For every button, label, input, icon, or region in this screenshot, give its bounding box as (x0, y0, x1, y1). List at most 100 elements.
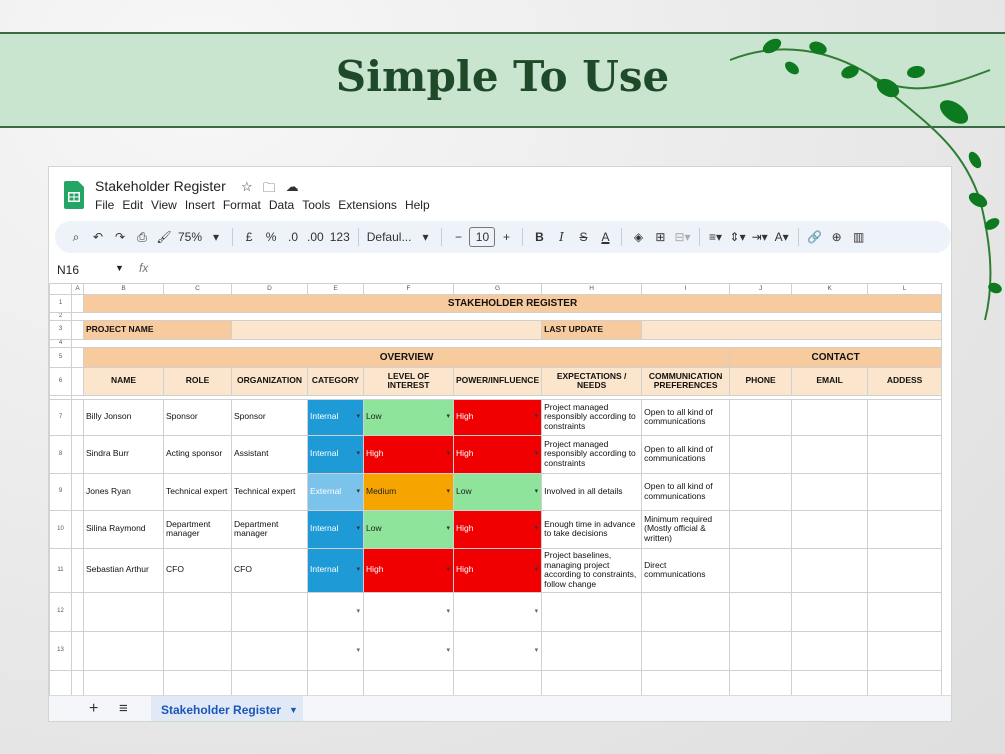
borders-icon[interactable]: ⊞ (649, 225, 671, 249)
name-box-chevron-down-icon[interactable]: ▼ (115, 263, 124, 273)
address-cell[interactable] (867, 434, 943, 474)
power-dropdown[interactable]: ▾ (452, 591, 543, 632)
name-cell[interactable]: Silina Raymond (83, 509, 164, 549)
cell[interactable] (71, 591, 84, 632)
fill-color-icon[interactable]: ◈ (627, 225, 649, 249)
role-cell[interactable]: Department manager (163, 509, 232, 549)
row-number[interactable]: 11 (49, 547, 72, 593)
font-size-increase-icon[interactable]: + (495, 225, 517, 249)
text-rotation-icon[interactable]: A▾ (771, 225, 793, 249)
redo-icon[interactable]: ↷ (109, 225, 131, 249)
interest-dropdown[interactable]: High ▾ (363, 547, 454, 593)
menu-insert[interactable]: Insert (185, 198, 215, 212)
column-label-interest[interactable]: LEVEL OF INTEREST (363, 366, 454, 396)
role-cell[interactable]: CFO (163, 547, 232, 593)
dropdown-arrow-icon[interactable]: ▾ (356, 450, 360, 458)
row-number[interactable]: 13 (49, 630, 72, 671)
cell[interactable] (71, 294, 84, 313)
increase-decimal-button[interactable]: .00 (304, 225, 327, 249)
address-cell[interactable] (867, 472, 943, 511)
column-header[interactable]: L (867, 283, 943, 295)
bold-icon[interactable]: B (528, 225, 550, 249)
document-title[interactable]: Stakeholder Register (95, 178, 226, 194)
dropdown-arrow-icon[interactable]: ▾ (535, 608, 539, 616)
column-label-address[interactable]: ADDESS (867, 366, 943, 396)
category-dropdown[interactable]: Internal ▾ (307, 398, 364, 436)
expectations-cell[interactable]: Project managed responsibly according to… (541, 434, 643, 474)
dropdown-arrow-icon[interactable]: ▾ (356, 608, 360, 616)
dropdown-arrow-icon[interactable]: ▾ (446, 525, 450, 533)
expectations-cell[interactable]: Project managed responsibly according to… (541, 398, 643, 436)
insert-link-icon[interactable]: 🔗 (804, 225, 826, 249)
column-label-communication[interactable]: COMMUNICATION PREFERENCES (641, 366, 731, 396)
column-label-phone[interactable]: PHONE (729, 366, 793, 396)
category-dropdown[interactable]: External ▾ (307, 472, 364, 511)
dropdown-arrow-icon[interactable]: ▾ (535, 488, 539, 496)
organization-cell[interactable]: CFO (231, 547, 308, 593)
font-size-input[interactable]: 10 (469, 227, 496, 247)
organization-cell[interactable]: Assistant (231, 434, 308, 474)
expectations-cell[interactable]: Project baselines, managing project acco… (541, 547, 643, 593)
email-cell[interactable] (791, 398, 869, 436)
communication-cell[interactable]: Direct communications (641, 547, 731, 593)
name-cell[interactable]: Sebastian Arthur (83, 547, 164, 593)
dropdown-arrow-icon[interactable]: ▾ (535, 647, 539, 655)
row-number[interactable]: 5 (49, 346, 72, 368)
cell[interactable] (729, 630, 793, 671)
contact-header[interactable]: CONTACT (729, 346, 943, 368)
tab-stakeholder-register[interactable]: Stakeholder Register ▼ (151, 696, 303, 721)
row-number[interactable]: 12 (49, 591, 72, 632)
column-label-role[interactable]: ROLE (163, 366, 232, 396)
expectations-cell[interactable]: Enough time in advance to take decisions (541, 509, 643, 549)
power-dropdown[interactable]: High ▾ (452, 398, 543, 436)
text-color-icon[interactable]: A (594, 225, 616, 249)
role-cell[interactable]: Technical expert (163, 472, 232, 511)
power-dropdown[interactable]: High ▾ (452, 547, 543, 593)
address-cell[interactable] (867, 398, 943, 436)
category-dropdown[interactable]: Internal ▾ (307, 509, 364, 549)
category-dropdown[interactable]: Internal ▾ (307, 434, 364, 474)
communication-cell[interactable]: Open to all kind of communications (641, 472, 731, 511)
cell[interactable] (71, 398, 84, 436)
vertical-align-icon[interactable]: ⇕▾ (727, 225, 749, 249)
role-cell[interactable]: Sponsor (163, 398, 232, 436)
row-number[interactable]: 8 (49, 434, 72, 474)
column-header[interactable]: C (163, 283, 232, 295)
row-number[interactable]: 4 (49, 338, 72, 348)
undo-icon[interactable]: ↶ (87, 225, 109, 249)
cell[interactable] (71, 509, 84, 549)
column-header[interactable]: I (641, 283, 731, 295)
cell[interactable] (729, 591, 793, 632)
cell[interactable] (71, 547, 84, 593)
cell[interactable] (791, 591, 869, 632)
menu-format[interactable]: Format (223, 198, 261, 212)
column-label-category[interactable]: CATEGORY (307, 366, 364, 396)
phone-cell[interactable] (729, 509, 793, 549)
organization-cell[interactable]: Sponsor (231, 398, 308, 436)
name-box[interactable]: N16 (57, 263, 79, 277)
percent-format-button[interactable]: % (260, 225, 282, 249)
paint-format-icon[interactable]: 🖌 (153, 225, 175, 249)
dropdown-arrow-icon[interactable]: ▾ (446, 608, 450, 616)
cell[interactable] (71, 472, 84, 511)
organization-cell[interactable]: Technical expert (231, 472, 308, 511)
communication-cell[interactable]: Open to all kind of communications (641, 434, 731, 474)
email-cell[interactable] (791, 434, 869, 474)
merge-cells-icon[interactable]: ⊟▾ (671, 225, 693, 249)
sheets-logo-icon[interactable] (64, 181, 84, 209)
row-number[interactable]: 6 (49, 366, 72, 396)
font-chevron-down-icon[interactable]: ▾ (414, 225, 436, 249)
cell[interactable] (163, 591, 232, 632)
insert-comment-icon[interactable]: ⊕ (826, 225, 848, 249)
column-header[interactable]: F (363, 283, 454, 295)
cell[interactable] (83, 630, 164, 671)
dropdown-arrow-icon[interactable]: ▾ (535, 450, 539, 458)
dropdown-arrow-icon[interactable]: ▾ (446, 566, 450, 574)
interest-dropdown[interactable]: Medium ▾ (363, 472, 454, 511)
interest-dropdown[interactable]: Low ▾ (363, 509, 454, 549)
interest-dropdown[interactable]: High ▾ (363, 434, 454, 474)
text-wrap-icon[interactable]: ⇥▾ (749, 225, 771, 249)
column-label-power[interactable]: POWER/INFLUENCE (452, 366, 543, 396)
cell[interactable] (83, 591, 164, 632)
name-cell[interactable]: Billy Jonson (83, 398, 164, 436)
